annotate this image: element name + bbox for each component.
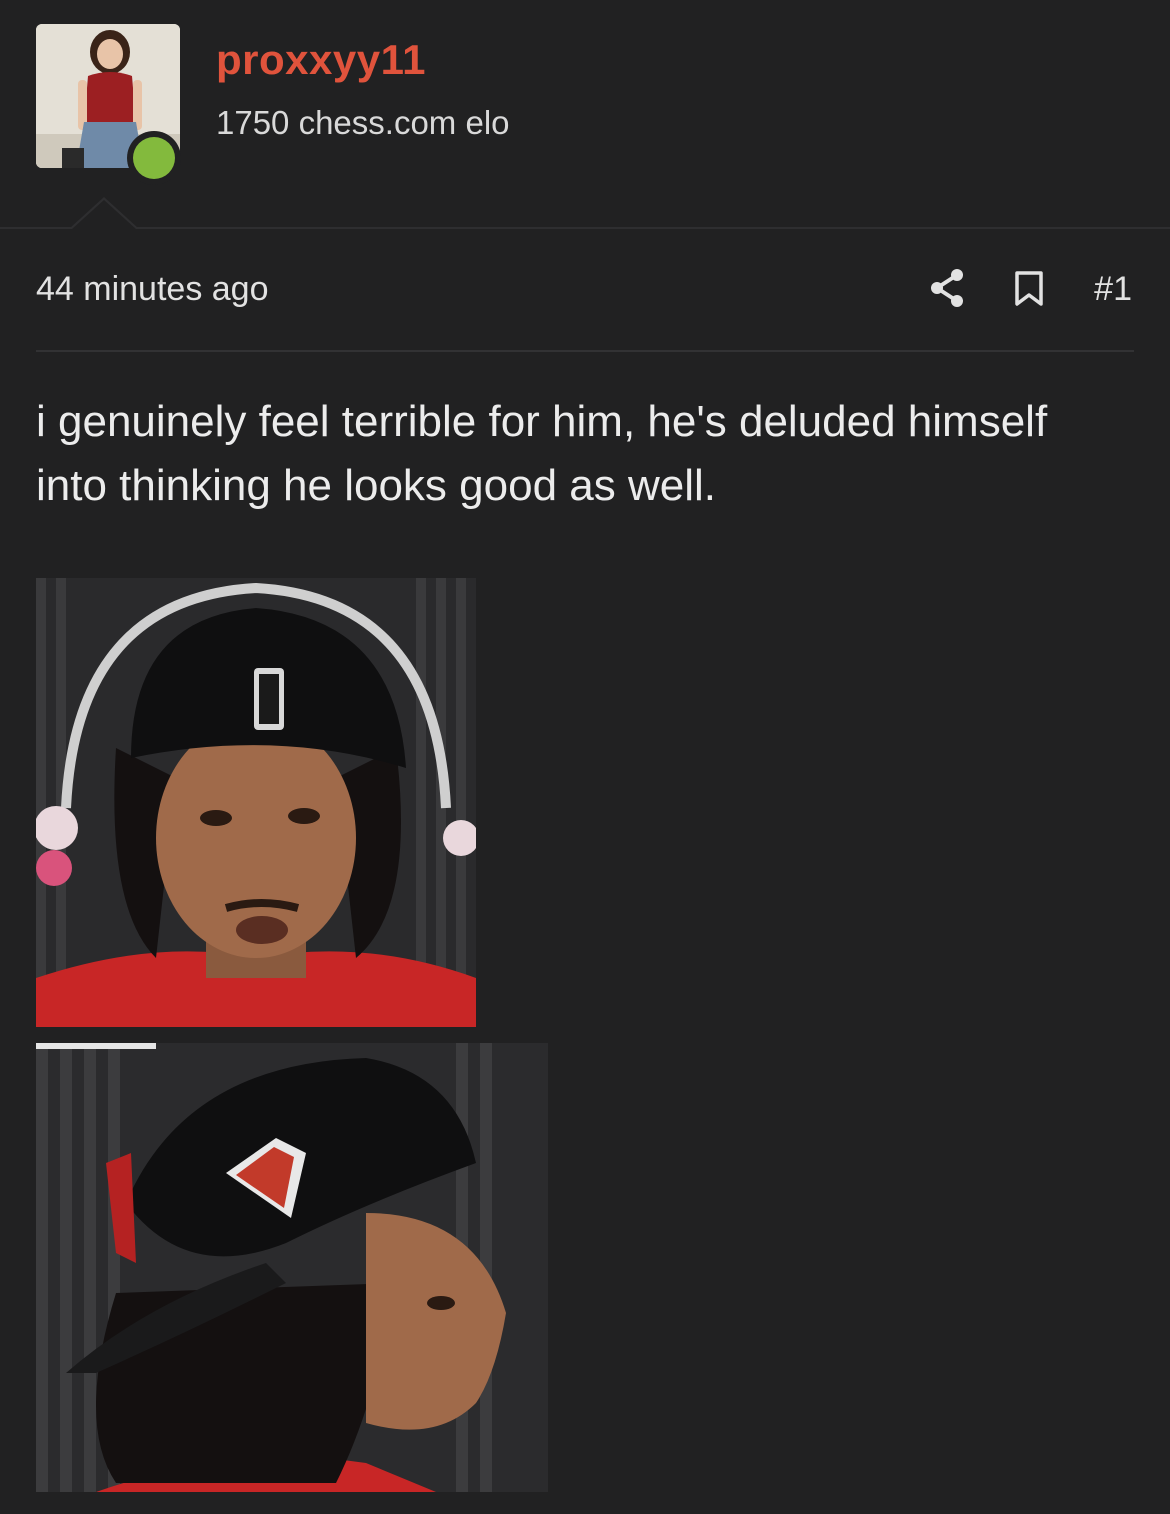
forum-post: proxxyy11 1750 chess.com elo 44 minutes … (0, 0, 1170, 1514)
header-divider (0, 227, 1170, 229)
bookmark-icon[interactable] (1014, 271, 1044, 307)
post-text: i genuinely feel terrible for him, he's … (36, 397, 1048, 510)
author-block: proxxyy11 1750 chess.com elo (0, 0, 1170, 228)
post-meta: 44 minutes ago #1 (36, 262, 1134, 318)
post-image-2[interactable] (36, 1043, 548, 1492)
post-number-link[interactable]: #1 (1094, 270, 1132, 309)
user-subtitle: 1750 chess.com elo (216, 104, 510, 141)
meta-divider (36, 350, 1134, 352)
share-icon[interactable] (929, 268, 965, 308)
username[interactable]: proxxyy11 (216, 36, 426, 84)
post-image-1[interactable] (36, 578, 476, 1027)
post-timestamp: 44 minutes ago (36, 270, 269, 308)
online-status-icon (127, 131, 181, 185)
divider-notch-inner (72, 200, 136, 229)
